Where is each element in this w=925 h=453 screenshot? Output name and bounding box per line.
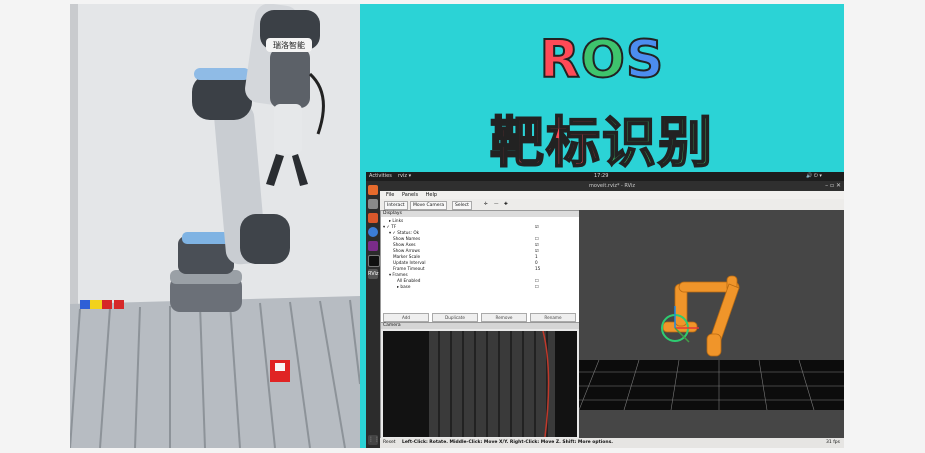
display-property-name: Show Names <box>393 236 421 241</box>
display-tree-row[interactable]: Frame Timeout 15 <box>381 266 577 272</box>
display-tree-row[interactable]: Show Arrows ☑ <box>381 248 577 254</box>
camera-panel-title: Camera <box>381 323 579 329</box>
display-tree-row[interactable]: All Enabled ☐ <box>381 278 577 284</box>
display-property-value[interactable]: ☑ <box>535 248 539 254</box>
app-icon[interactable] <box>368 241 378 251</box>
focus-camera-icon[interactable]: ✛ <box>482 201 490 208</box>
remove-tool-icon[interactable]: — <box>492 201 501 208</box>
title-panel: ROS 靶标识别 Activities rviz ▾ 17:29 🔊 ⏻ ▾ R… <box>360 4 844 448</box>
display-tree-row[interactable]: ▾ ✓ Status: Ok <box>381 230 577 236</box>
display-property-value[interactable]: ☑ <box>535 242 539 248</box>
title-ros: ROS <box>360 29 844 91</box>
title-ros-char: R <box>539 29 581 91</box>
display-tree-row[interactable]: ▾ ✓ TF ☑ <box>381 224 577 230</box>
display-tree-row[interactable]: Update Interval 0 <box>381 260 577 266</box>
display-tree-row[interactable]: Show Names ☐ <box>381 236 577 242</box>
camera-panel: Camera <box>380 322 580 440</box>
display-property-name: Update Interval <box>393 260 426 265</box>
display-property-value[interactable]: ☐ <box>535 236 539 242</box>
display-property-name: ▾ Frames <box>389 272 408 277</box>
files-icon[interactable] <box>368 199 378 209</box>
display-property-name: All Enabled <box>397 278 421 283</box>
displays-buttons: Add Duplicate Remove Rename <box>383 313 577 322</box>
display-property-name: ▸ base <box>397 284 411 289</box>
firefox-icon[interactable] <box>368 185 378 195</box>
ubuntu-desktop-screenshot: Activities rviz ▾ 17:29 🔊 ⏻ ▾ RViz ⋮⋮ mo… <box>366 172 844 448</box>
title-cn-char: 靶 <box>489 110 546 175</box>
activities-button[interactable]: Activities <box>369 173 392 179</box>
displays-panel-title: Displays <box>381 211 579 217</box>
display-property-value[interactable]: 1 <box>535 254 538 260</box>
display-property-name: Show Arrows <box>393 248 420 253</box>
add-display-button[interactable]: Add <box>383 313 429 322</box>
robot-scene-illustration <box>70 4 360 448</box>
display-property-value[interactable]: ☑ <box>535 224 539 230</box>
show-apps-icon[interactable]: ⋮⋮ <box>368 435 380 445</box>
interact-tool-button[interactable]: Interact <box>384 201 408 210</box>
window-title: moveit.rviz* - RViz <box>589 183 635 189</box>
display-property-value[interactable]: ☐ <box>535 278 539 284</box>
display-tree-row[interactable]: ▸ Links <box>381 218 577 224</box>
terminal-icon[interactable] <box>368 255 380 267</box>
robot-model-render <box>579 210 844 438</box>
gnome-top-bar: Activities rviz ▾ 17:29 🔊 ⏻ ▾ <box>366 172 844 181</box>
menu-help[interactable]: Help <box>426 192 437 198</box>
display-tree-row[interactable]: Show Axes ☑ <box>381 242 577 248</box>
title-ros-char: O <box>580 29 626 91</box>
select-tool-button[interactable]: Select <box>452 201 472 210</box>
title-target-recognition: 靶标识别 <box>360 98 844 177</box>
window-titlebar: moveit.rviz* - RViz – ▫ ✕ <box>380 181 844 191</box>
duplicate-display-button[interactable]: Duplicate <box>432 313 478 322</box>
display-property-name: Frame Timeout <box>393 266 425 271</box>
add-tool-icon[interactable]: ✚ <box>502 201 510 208</box>
title-ros-char: S <box>625 29 665 91</box>
status-bar: Reset Left-Click: Rotate. Middle-Click: … <box>380 438 844 448</box>
rviz-icon[interactable]: RViz <box>368 269 379 279</box>
software-icon[interactable] <box>368 213 378 223</box>
display-tree-row[interactable]: ▾ Frames <box>381 272 577 278</box>
camera-feed-image <box>383 331 577 437</box>
display-property-value[interactable]: 15 <box>535 266 540 272</box>
title-cn-char: 别 <box>657 110 714 175</box>
display-property-name: Show Axes <box>393 242 416 247</box>
clock[interactable]: 17:29 <box>594 173 608 179</box>
status-hint: Left-Click: Rotate. Middle-Click: Move X… <box>402 440 613 445</box>
display-property-name: ▾ ✓ TF <box>383 224 397 229</box>
display-tree-row[interactable]: Marker Scale 1 <box>381 254 577 260</box>
display-property-name: ▸ Links <box>389 218 404 223</box>
rename-display-button[interactable]: Rename <box>530 313 576 322</box>
fps-readout: 31 fps <box>826 440 840 445</box>
menu-bar: File Panels Help <box>380 191 844 199</box>
title-cn-char: 识 <box>601 110 658 175</box>
menu-file[interactable]: File <box>386 192 394 198</box>
rviz-3d-view[interactable] <box>579 210 844 438</box>
app-menu[interactable]: rviz ▾ <box>398 173 411 179</box>
system-tray-icon[interactable]: 🔊 ⏻ ▾ <box>806 173 822 179</box>
display-tree-row[interactable]: ▸ base ☐ <box>381 284 577 290</box>
ubuntu-dock: RViz ⋮⋮ <box>366 181 380 448</box>
menu-panels[interactable]: Panels <box>402 192 418 198</box>
robot-arm-photo: 瑞洛智能 <box>70 4 360 448</box>
display-property-name: ▾ ✓ Status: Ok <box>389 230 420 235</box>
title-cn-char: 标 <box>545 110 602 175</box>
move-camera-tool-button[interactable]: Move Camera <box>410 201 448 210</box>
display-property-name: Marker Scale <box>393 254 421 259</box>
help-icon[interactable] <box>368 227 378 237</box>
camera-image-view[interactable] <box>383 331 577 437</box>
remove-display-button[interactable]: Remove <box>481 313 527 322</box>
reset-button[interactable]: Reset <box>383 440 396 445</box>
video-frame: 瑞洛智能 ROS 靶标识别 Activities rviz ▾ 17:29 🔊 … <box>70 4 844 448</box>
window-controls-icon[interactable]: – ▫ ✕ <box>825 182 841 189</box>
displays-panel: Displays ▸ Links ▾ ✓ TF ☑ ▾ ✓ Status: Ok Sho… <box>380 210 580 324</box>
display-property-value[interactable]: 0 <box>535 260 538 266</box>
display-property-value[interactable]: ☐ <box>535 284 539 290</box>
gripper-label: 瑞洛智能 <box>273 41 305 50</box>
